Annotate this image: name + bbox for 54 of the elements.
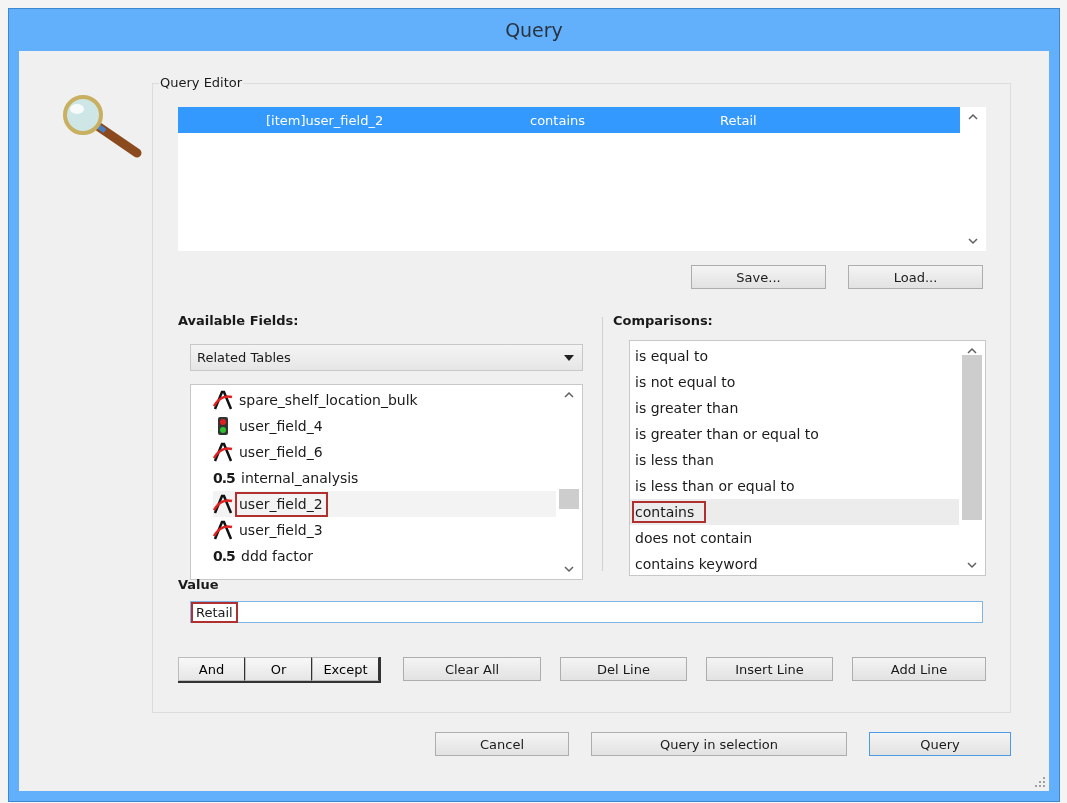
comparison-item[interactable]: is less than bbox=[632, 449, 726, 471]
scroll-up-icon[interactable] bbox=[968, 113, 978, 121]
number-type-label: 0.5 bbox=[213, 548, 235, 564]
value-label: Value bbox=[178, 577, 220, 594]
comparison-item[interactable]: is not equal to bbox=[632, 371, 748, 393]
text-type-icon bbox=[213, 494, 233, 514]
operator-button[interactable]: Except bbox=[312, 657, 379, 681]
query-value-text: Retail bbox=[720, 112, 757, 128]
field-item[interactable]: user_field_4 bbox=[235, 413, 328, 439]
comparison-item[interactable]: is less than or equal to bbox=[632, 475, 807, 497]
line-button[interactable]: Clear All bbox=[403, 657, 541, 681]
query-field-text: [item]user_field_2 bbox=[266, 112, 385, 128]
scroll-up-icon[interactable] bbox=[967, 347, 977, 355]
comparison-item[interactable]: does not contain bbox=[632, 527, 765, 549]
group-title: Query Editor bbox=[159, 75, 244, 90]
field-item[interactable]: internal_analysis bbox=[237, 465, 364, 491]
dialog-button[interactable]: Cancel bbox=[435, 732, 569, 756]
scroll-up-icon[interactable] bbox=[564, 391, 574, 399]
number-type-label: 0.5 bbox=[213, 470, 235, 486]
scrollbar-thumb[interactable] bbox=[962, 355, 982, 520]
dialog-button[interactable]: Query in selection bbox=[591, 732, 847, 756]
table-dropdown[interactable]: Related Tables bbox=[190, 344, 583, 371]
comparison-item[interactable]: contains bbox=[632, 501, 707, 523]
comparison-item[interactable]: is greater than or equal to bbox=[632, 423, 831, 445]
field-item[interactable]: ddd factor bbox=[237, 543, 319, 569]
field-item[interactable]: user_field_2 bbox=[235, 491, 328, 517]
operator-button[interactable]: And bbox=[178, 657, 245, 681]
text-type-icon bbox=[213, 442, 233, 462]
operator-button[interactable]: Or bbox=[245, 657, 312, 681]
value-field[interactable]: Retail bbox=[190, 601, 983, 623]
comparison-item[interactable]: contains keyword bbox=[632, 553, 770, 575]
window-title: Query bbox=[505, 19, 563, 41]
query-file-button[interactable]: Save... bbox=[691, 265, 826, 289]
text-type-icon bbox=[213, 390, 233, 410]
line-button[interactable]: Del Line bbox=[560, 657, 687, 681]
field-item[interactable]: spare_shelf_location_bulk bbox=[235, 387, 423, 413]
comparison-item[interactable]: is greater than bbox=[632, 397, 751, 419]
query-file-button[interactable]: Load... bbox=[848, 265, 983, 289]
query-comparison-text: contains bbox=[530, 112, 587, 128]
dropdown-caret-icon bbox=[564, 354, 574, 361]
field-item[interactable]: user_field_6 bbox=[235, 439, 328, 465]
line-button[interactable]: Add Line bbox=[852, 657, 986, 681]
resize-grip-icon bbox=[1035, 777, 1045, 787]
field-item[interactable]: user_field_3 bbox=[235, 517, 328, 543]
comparison-item[interactable]: is equal to bbox=[632, 345, 720, 367]
section-label: Available Fields: bbox=[178, 313, 300, 330]
scroll-down-icon[interactable] bbox=[968, 237, 978, 245]
section-label: Comparisons: bbox=[613, 313, 714, 330]
text-type-icon bbox=[213, 520, 233, 540]
scroll-down-icon[interactable] bbox=[967, 561, 977, 569]
scroll-down-icon[interactable] bbox=[564, 565, 574, 573]
line-button[interactable]: Insert Line bbox=[706, 657, 833, 681]
scrollbar-thumb[interactable] bbox=[559, 488, 579, 509]
dialog-button[interactable]: Query bbox=[869, 732, 1011, 756]
